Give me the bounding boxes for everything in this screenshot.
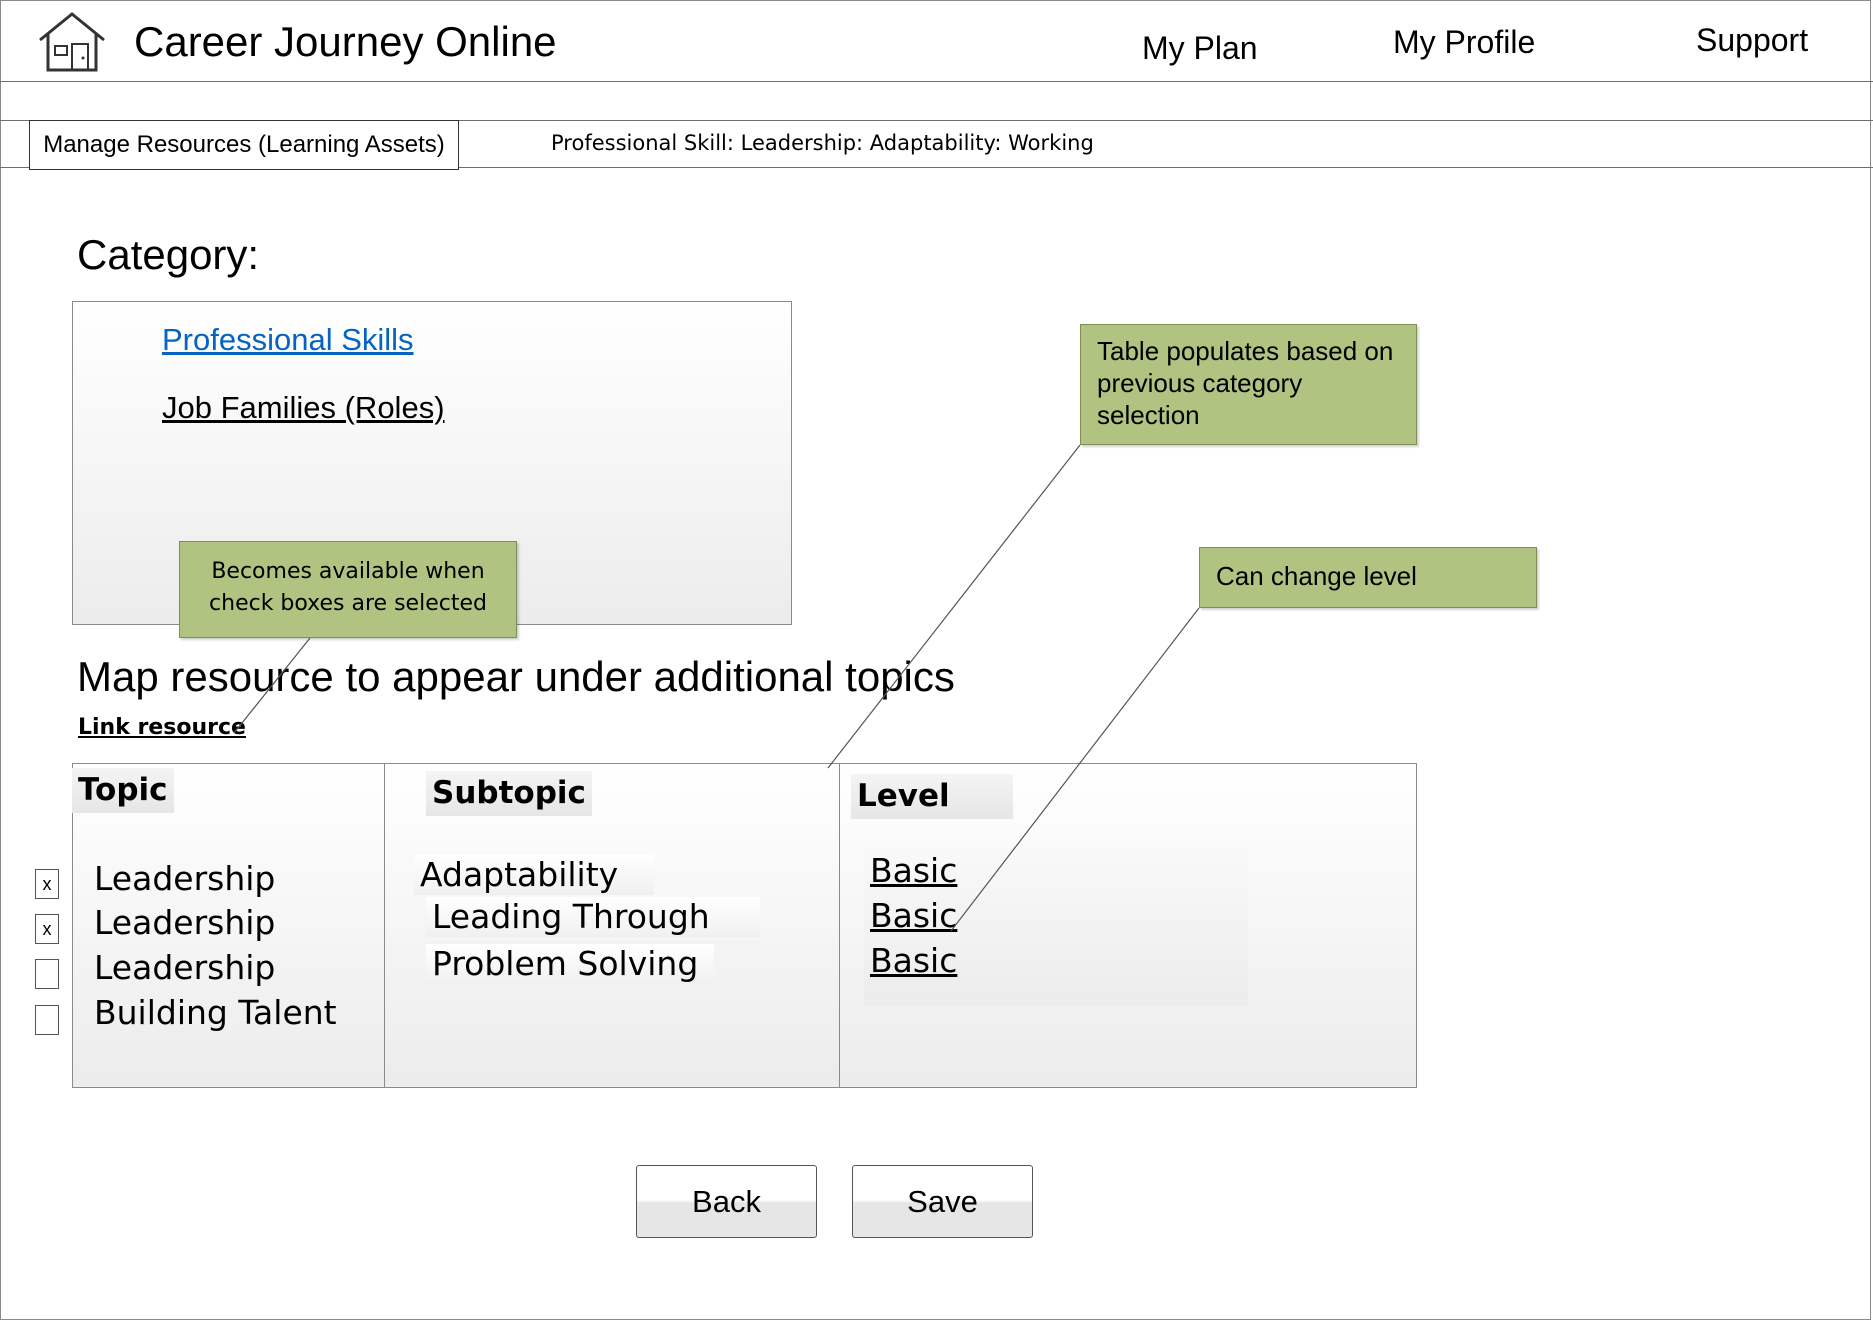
level-link[interactable]: Basic (870, 896, 957, 936)
topic-cell: Leadership (94, 859, 276, 898)
back-button[interactable]: Back (636, 1165, 817, 1238)
nav-support[interactable]: Support (1696, 22, 1808, 59)
mapping-heading: Map resource to appear under additional … (77, 653, 955, 700)
annotation-table-populates: Table populates based on previous catego… (1080, 324, 1417, 445)
app-header: Career Journey Online My Plan My Profile… (0, 0, 1873, 82)
breadcrumb: Professional Skill: Leadership: Adaptabi… (551, 131, 1094, 155)
save-button[interactable]: Save (852, 1165, 1033, 1238)
manage-resources-button[interactable]: Manage Resources (Learning Assets) (29, 120, 459, 170)
topic-cell: Building Talent (94, 993, 337, 1032)
nav-my-plan[interactable]: My Plan (1142, 30, 1258, 67)
category-heading: Category: (77, 231, 260, 278)
subtopic-cell: Problem Solving (426, 944, 714, 984)
column-header-level: Level (851, 774, 1013, 820)
house-icon[interactable] (36, 10, 108, 74)
subtopic-cell: Adaptability (414, 855, 654, 895)
topic-cell: Leadership (94, 903, 276, 942)
level-link[interactable]: Basic (870, 941, 957, 981)
column-divider (384, 763, 385, 1088)
category-job-families[interactable]: Job Families (Roles) (162, 390, 445, 426)
column-divider (839, 763, 840, 1088)
row-checkbox[interactable]: x (35, 869, 59, 899)
column-header-topic: Topic (72, 768, 174, 814)
app-title: Career Journey Online (134, 18, 557, 65)
topic-cell: Leadership (94, 948, 276, 987)
row-checkbox[interactable] (35, 1005, 59, 1035)
column-header-subtopic: Subtopic (426, 771, 592, 817)
level-link[interactable]: Basic (870, 851, 957, 891)
row-checkbox[interactable] (35, 959, 59, 989)
row-checkbox[interactable]: x (35, 914, 59, 944)
annotation-can-change-level: Can change level (1199, 547, 1537, 608)
annotation-becomes-available: Becomes available when check boxes are s… (179, 541, 517, 638)
subtopic-cell: Leading Through (426, 897, 760, 937)
nav-my-profile[interactable]: My Profile (1393, 24, 1535, 61)
category-professional-skills[interactable]: Professional Skills (162, 322, 414, 358)
link-resource-link[interactable]: Link resource (78, 715, 246, 740)
